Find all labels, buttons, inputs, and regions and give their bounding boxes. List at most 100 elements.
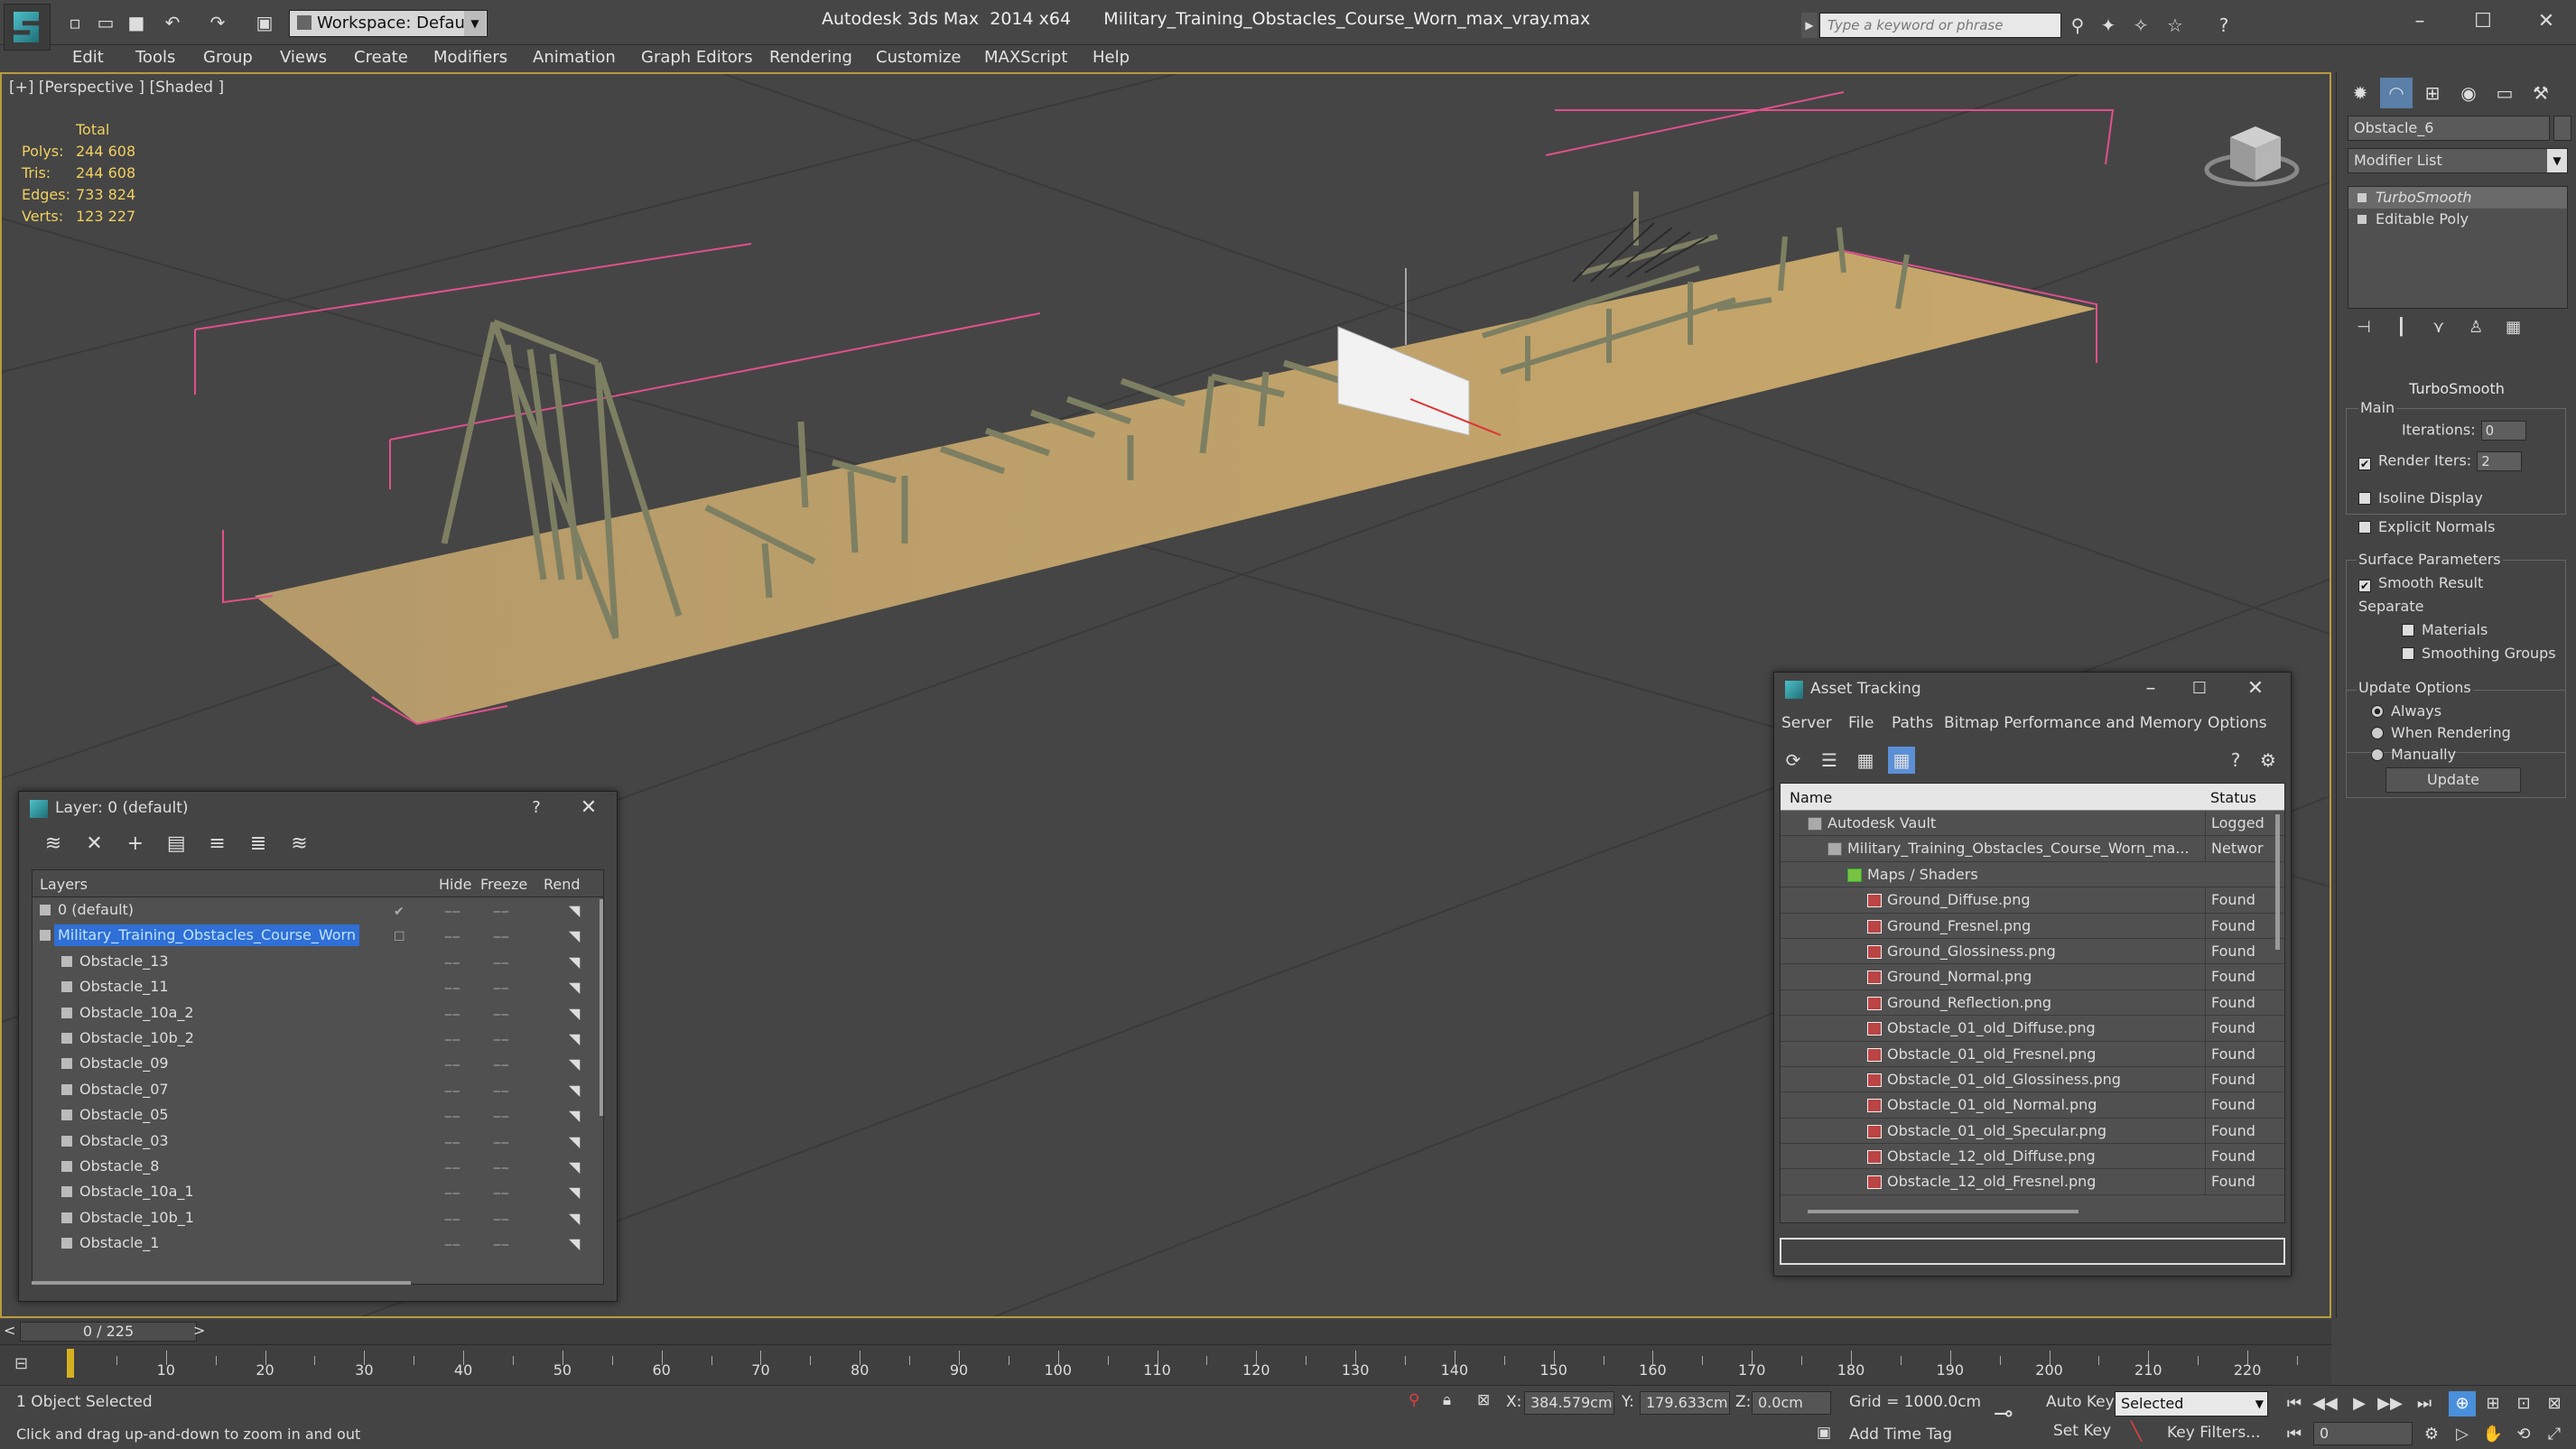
asset-row[interactable]: Military_Training_Obstacles_Course_Worn_… — [1781, 836, 2284, 862]
absolute-mode-icon[interactable]: ⊠ — [1477, 1391, 1490, 1409]
field-of-view-icon[interactable]: ▷ — [2449, 1422, 2476, 1447]
asset-row[interactable]: Ground_Glossiness.png Found — [1781, 938, 2284, 965]
key-filter-dropdown[interactable]: Selected ▼ — [2115, 1391, 2268, 1416]
isoline-checkbox[interactable] — [2358, 492, 2371, 505]
menu-views[interactable]: Views — [280, 48, 327, 67]
undo-icon[interactable]: ↶ — [163, 13, 182, 33]
render-toggle-icon[interactable]: ◥ — [569, 1052, 580, 1077]
set-key-mode-icon[interactable]: ⊸ — [1994, 1400, 2013, 1427]
layer-name[interactable]: Obstacle_10b_1 — [76, 1207, 198, 1229]
hide-toggle-icon[interactable]: ‒‒ — [444, 1207, 460, 1232]
render-toggle-icon[interactable]: ◥ — [569, 1078, 580, 1103]
previous-key-icon[interactable]: ◀◀ — [2311, 1391, 2339, 1416]
layer-row[interactable]: Obstacle_10a_1 ‒‒ ‒‒ ◥ — [33, 1179, 603, 1204]
maximize-icon[interactable]: ☐ — [2184, 674, 2215, 703]
hide-all-icon[interactable]: ≣ — [240, 830, 276, 859]
mini-curve-editor-icon[interactable]: ⊟ — [14, 1354, 42, 1374]
render-toggle-icon[interactable]: ◥ — [569, 1180, 580, 1205]
horizontal-scrollbar[interactable] — [32, 1281, 411, 1285]
zoom-extents-icon[interactable]: ⊡ — [2510, 1391, 2537, 1416]
render-toggle-icon[interactable]: ◥ — [569, 950, 580, 975]
hide-toggle-icon[interactable]: ‒‒ — [444, 1002, 460, 1027]
viewcube-icon[interactable] — [2204, 126, 2300, 187]
previous-frame-button[interactable]: < — [4, 1322, 15, 1339]
freeze-toggle-icon[interactable]: ‒‒ — [493, 1156, 509, 1181]
layer-name[interactable]: Obstacle_03 — [76, 1130, 172, 1152]
maximize-viewport-icon[interactable]: ⤢ — [2541, 1422, 2568, 1447]
asset-menu-file[interactable]: File — [1848, 714, 1874, 732]
freeze-toggle-icon[interactable]: ‒‒ — [493, 1207, 509, 1232]
table-view-icon[interactable]: ▦ — [1888, 747, 1915, 774]
current-frame-marker[interactable] — [67, 1349, 74, 1378]
layer-name[interactable]: Obstacle_8 — [76, 1156, 163, 1177]
layer-row[interactable]: Obstacle_10b_1 ‒‒ ‒‒ ◥ — [33, 1205, 603, 1231]
highlight-layer-icon[interactable]: ≡ — [200, 830, 236, 859]
render-iters-spinner[interactable]: 2 — [2477, 451, 2523, 471]
hide-toggle-icon[interactable]: ‒‒ — [444, 1027, 460, 1053]
menu-modifiers[interactable]: Modifiers — [433, 48, 507, 67]
menu-graph-editors[interactable]: Graph Editors — [641, 48, 753, 67]
layer-row[interactable]: Obstacle_11 ‒‒ ‒‒ ◥ — [33, 974, 603, 999]
next-frame-button[interactable]: > — [193, 1322, 205, 1339]
detail-view-icon[interactable]: ▦ — [1852, 747, 1879, 774]
track-bar[interactable]: ⊟ 10 20 30 40 50 60 70 80 90 100 110 120 130 140 150 16… — [0, 1345, 2331, 1385]
freeze-toggle-icon[interactable]: ‒‒ — [493, 899, 509, 924]
asset-row[interactable]: Obstacle_12_old_Diffuse.png Found — [1781, 1144, 2284, 1170]
freeze-toggle-icon[interactable]: ‒‒ — [493, 1079, 509, 1104]
zoom-extents-all-icon[interactable]: ⊠ — [2541, 1391, 2568, 1416]
render-toggle-icon[interactable]: ◥ — [569, 1026, 580, 1052]
layer-row[interactable]: Obstacle_1 ‒‒ ‒‒ ◥ — [33, 1231, 603, 1256]
layer-row[interactable]: Obstacle_09 ‒‒ ‒‒ ◥ — [33, 1051, 603, 1076]
menu-help[interactable]: Help — [1093, 48, 1130, 67]
isolate-selection-icon[interactable]: ⚲ — [1409, 1391, 1419, 1409]
layer-row[interactable]: Military_Training_Obstacles_Course_Worn ☐… — [33, 923, 603, 948]
asset-row[interactable]: Maps / Shaders — [1781, 862, 2284, 888]
when-rendering-radio[interactable] — [2371, 727, 2384, 739]
column-layers[interactable]: Layers — [40, 876, 88, 893]
asset-menu-paths[interactable]: Paths — [1892, 714, 1933, 732]
subscription-icon[interactable]: ✦ — [2097, 14, 2120, 36]
menu-rendering[interactable]: Rendering — [769, 48, 852, 67]
lightbulb-icon[interactable] — [2357, 193, 2367, 202]
freeze-toggle-icon[interactable]: ‒‒ — [493, 1232, 509, 1258]
search-expand-icon[interactable]: ▶ — [1801, 13, 1818, 38]
layer-name[interactable]: Obstacle_05 — [76, 1104, 172, 1126]
asset-row[interactable]: Obstacle_01_old_Specular.png Found — [1781, 1118, 2284, 1145]
freeze-all-icon[interactable]: ≋ — [281, 830, 317, 859]
layer-row[interactable]: Obstacle_05 ‒‒ ‒‒ ◥ — [33, 1102, 603, 1128]
asset-row[interactable]: Obstacle_01_old_Fresnel.png Found — [1781, 1041, 2284, 1067]
help-icon[interactable]: ? — [521, 794, 552, 822]
layer-name[interactable]: 0 (default) — [54, 899, 137, 921]
layer-row[interactable]: Obstacle_03 ‒‒ ‒‒ ◥ — [33, 1129, 603, 1154]
column-name[interactable]: Name — [1790, 789, 1832, 806]
hide-toggle-icon[interactable]: ‒‒ — [444, 1079, 460, 1104]
render-toggle-icon[interactable]: ◥ — [569, 1129, 580, 1155]
layers-icon[interactable]: ≋ — [35, 830, 71, 859]
asset-path-field[interactable] — [1780, 1238, 2285, 1265]
freeze-toggle-icon[interactable]: ‒‒ — [493, 1053, 509, 1078]
new-file-icon[interactable]: ▫ — [65, 13, 85, 33]
hide-toggle-icon[interactable]: ‒‒ — [444, 1232, 460, 1258]
asset-menu-server[interactable]: Server — [1781, 714, 1832, 732]
menu-edit[interactable]: Edit — [72, 48, 104, 67]
column-hide[interactable]: Hide — [439, 876, 471, 893]
asset-row[interactable]: Obstacle_12_old_Fresnel.png Found — [1781, 1169, 2284, 1195]
asset-row[interactable]: Obstacle_01_old_Normal.png Found — [1781, 1092, 2284, 1119]
close-icon[interactable]: ✕ — [2240, 674, 2271, 703]
x-coord-field[interactable]: 384.579cm — [1524, 1391, 1614, 1415]
active-layer-check-icon[interactable]: ✔ — [394, 899, 405, 924]
render-toggle-icon[interactable]: ◥ — [569, 1155, 580, 1180]
render-toggle-icon[interactable]: ◥ — [569, 1103, 580, 1129]
object-color-swatch[interactable] — [2553, 116, 2571, 141]
manually-radio[interactable] — [2371, 748, 2384, 761]
auto-key-button[interactable]: Auto Key — [2046, 1393, 2115, 1411]
layer-name[interactable]: Military_Training_Obstacles_Course_Worn — [54, 924, 359, 947]
add-time-tag[interactable]: Add Time Tag — [1849, 1426, 1952, 1444]
layer-name[interactable]: Obstacle_13 — [76, 951, 172, 972]
column-status[interactable]: Status — [2210, 789, 2256, 806]
render-toggle-icon[interactable]: ◥ — [569, 1231, 580, 1257]
freeze-toggle-icon[interactable]: ‒‒ — [493, 976, 509, 1001]
materials-checkbox[interactable] — [2402, 624, 2414, 636]
key-filters-button[interactable]: Key Filters... — [2167, 1424, 2260, 1442]
communication-icon[interactable]: ✧ — [2129, 14, 2153, 36]
